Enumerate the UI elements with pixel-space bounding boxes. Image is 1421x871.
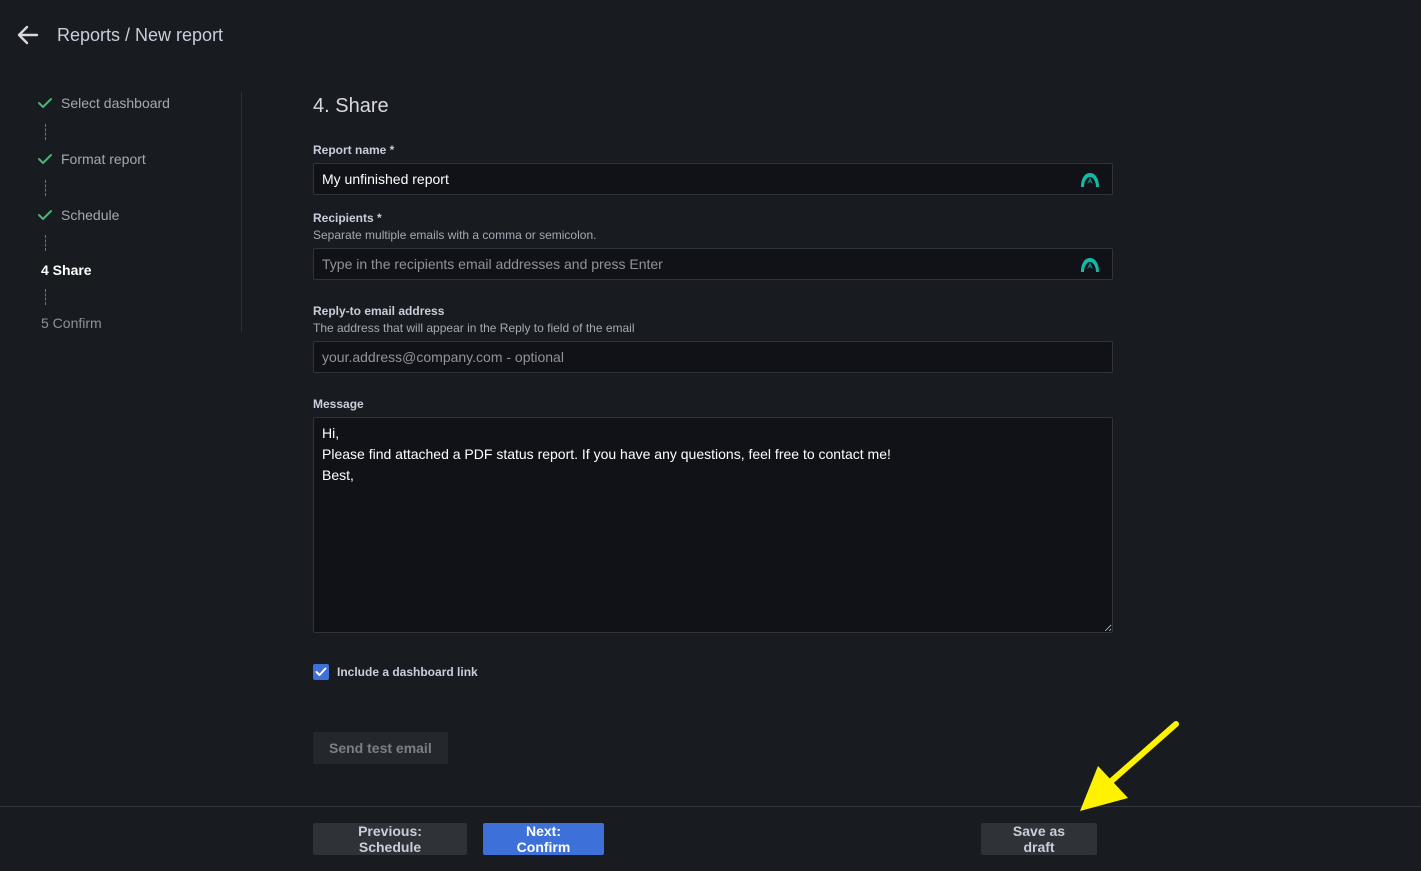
- step-connector: [45, 235, 46, 251]
- step-connector: [45, 289, 46, 305]
- step-label: 5 Confirm: [41, 315, 102, 331]
- include-link-checkbox[interactable]: [313, 664, 329, 680]
- reply-to-field: [313, 341, 1113, 373]
- grammarly-icon[interactable]: [1080, 171, 1100, 188]
- include-link-label: Include a dashboard link: [337, 665, 478, 679]
- recipients-field: [313, 248, 1113, 280]
- report-wizard-page: Reports / New report Select dashboard Fo…: [0, 0, 1421, 871]
- step-label: 4 Share: [41, 262, 92, 278]
- step-format-report[interactable]: Format report: [36, 148, 146, 170]
- step-connector: [45, 180, 46, 196]
- check-icon: [36, 206, 54, 224]
- wizard-footer: Previous: Schedule Next: Confirm Save as…: [0, 806, 1421, 871]
- back-button[interactable]: [16, 23, 40, 47]
- check-icon: [36, 150, 54, 168]
- report-name-label: Report name *: [313, 143, 395, 157]
- wizard-stepper: Select dashboard Format report Schedule …: [36, 92, 242, 332]
- recipients-description: Separate multiple emails with a comma or…: [313, 228, 597, 242]
- previous-button[interactable]: Previous: Schedule: [313, 823, 467, 855]
- checkmark-icon: [315, 667, 327, 676]
- recipients-input[interactable]: [314, 249, 1112, 279]
- page-header: Reports / New report: [0, 0, 1421, 70]
- save-draft-button[interactable]: Save as draft: [981, 823, 1097, 855]
- section-title: 4. Share: [313, 95, 389, 117]
- step-schedule[interactable]: Schedule: [36, 204, 119, 226]
- step-label: Format report: [61, 151, 146, 167]
- message-textarea[interactable]: Hi, Please find attached a PDF status re…: [313, 417, 1113, 633]
- include-link-row: Include a dashboard link: [313, 664, 1113, 680]
- report-name-field: [313, 163, 1113, 195]
- share-form: 4. Share Report name * Recipients * Sepa…: [313, 92, 1113, 764]
- step-connector: [45, 124, 46, 140]
- report-name-input[interactable]: [314, 164, 1112, 194]
- step-select-dashboard[interactable]: Select dashboard: [36, 92, 170, 114]
- send-test-email-button[interactable]: Send test email: [313, 732, 448, 764]
- arrow-left-icon: [17, 25, 39, 45]
- page-title: Reports / New report: [57, 24, 224, 45]
- step-confirm[interactable]: 5 Confirm: [36, 312, 102, 334]
- reply-to-label: Reply-to email address: [313, 304, 445, 318]
- reply-to-description: The address that will appear in the Repl…: [313, 321, 635, 335]
- step-label: Select dashboard: [61, 95, 170, 111]
- grammarly-icon[interactable]: [1080, 256, 1100, 273]
- message-label: Message: [313, 397, 364, 411]
- reply-to-input[interactable]: [314, 342, 1112, 372]
- recipients-label: Recipients *: [313, 211, 382, 225]
- step-label: Schedule: [61, 207, 120, 223]
- check-icon: [36, 94, 54, 112]
- step-share[interactable]: 4 Share: [36, 259, 92, 281]
- next-button[interactable]: Next: Confirm: [483, 823, 604, 855]
